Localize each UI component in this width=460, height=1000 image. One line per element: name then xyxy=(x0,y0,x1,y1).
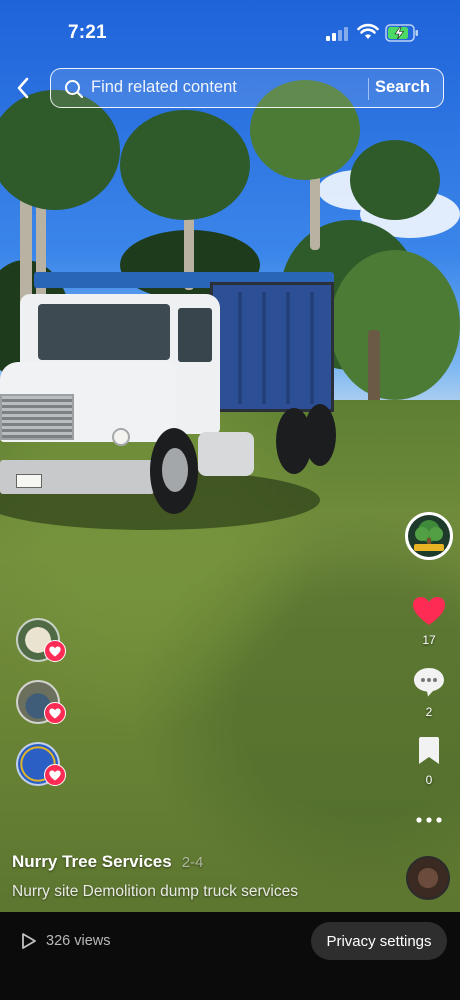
comment-count: 2 xyxy=(425,705,433,719)
wifi-icon xyxy=(357,23,379,39)
comment-button[interactable]: 2 xyxy=(402,666,456,719)
search-divider xyxy=(368,78,369,100)
video-caption[interactable]: Nurry site Demolition dump truck service… xyxy=(12,883,392,901)
truck-grille xyxy=(0,394,74,440)
save-button[interactable]: 0 xyxy=(402,736,456,787)
heart-icon xyxy=(49,708,61,718)
palm-crown xyxy=(350,140,440,220)
bookmark-icon xyxy=(419,737,439,764)
chevron-left-icon xyxy=(17,77,29,99)
status-time: 7:21 xyxy=(68,22,107,43)
liker-heart-badge xyxy=(44,702,66,724)
license-plate xyxy=(16,474,42,488)
search-button[interactable]: Search xyxy=(375,78,430,97)
creator-logo-icon xyxy=(408,515,450,557)
views-indicator: 326 views xyxy=(20,932,110,950)
views-count: 326 views xyxy=(46,933,111,949)
windshield xyxy=(38,304,170,360)
search-input[interactable]: Find related content xyxy=(91,78,237,97)
dump-bed-rib xyxy=(238,292,242,404)
music-disc[interactable] xyxy=(406,856,450,900)
search-row: Find related content Search xyxy=(0,68,460,108)
play-icon xyxy=(22,933,36,949)
side-window xyxy=(178,308,212,362)
heart-icon xyxy=(413,597,445,625)
heart-icon xyxy=(49,770,61,780)
headlight xyxy=(112,428,130,446)
like-button[interactable]: 17 xyxy=(402,596,456,647)
comment-icon xyxy=(414,668,444,697)
dump-bed-rib xyxy=(262,292,266,404)
video-frame[interactable] xyxy=(0,0,460,912)
liker-heart-badge xyxy=(44,764,66,786)
save-count: 0 xyxy=(425,773,433,787)
like-count: 17 xyxy=(422,633,436,647)
fuel-tank xyxy=(198,432,254,476)
more-dots-icon xyxy=(416,817,442,823)
wheel-hub xyxy=(162,448,188,492)
battery-charging-icon xyxy=(385,24,418,42)
bottom-bar: 326 views Privacy settings xyxy=(0,912,460,1000)
palm-crown xyxy=(120,110,250,220)
search-box[interactable]: Find related content Search xyxy=(50,68,444,108)
tree-canopy xyxy=(330,250,460,400)
wheel xyxy=(304,404,336,466)
liker-heart-badge xyxy=(44,640,66,662)
search-icon xyxy=(65,80,84,99)
cellular-signal-icon xyxy=(326,25,350,41)
caption-area: Nurry Tree Services 2-4 Nurry site Demoli… xyxy=(12,852,392,901)
more-options-button[interactable] xyxy=(402,812,456,830)
dump-bed-rib xyxy=(310,292,314,404)
back-button[interactable] xyxy=(10,74,36,102)
creator-avatar[interactable] xyxy=(405,512,453,560)
palm-crown xyxy=(0,90,120,210)
author-line: Nurry Tree Services 2-4 xyxy=(12,852,392,872)
post-date: 2-4 xyxy=(181,854,204,871)
privacy-settings-button[interactable]: Privacy settings xyxy=(311,922,447,960)
dump-bed xyxy=(210,282,334,412)
heart-icon xyxy=(49,646,61,656)
author-name[interactable]: Nurry Tree Services xyxy=(12,852,172,871)
dump-bed-rib xyxy=(286,292,290,404)
status-bar: 7:21 xyxy=(0,0,460,62)
